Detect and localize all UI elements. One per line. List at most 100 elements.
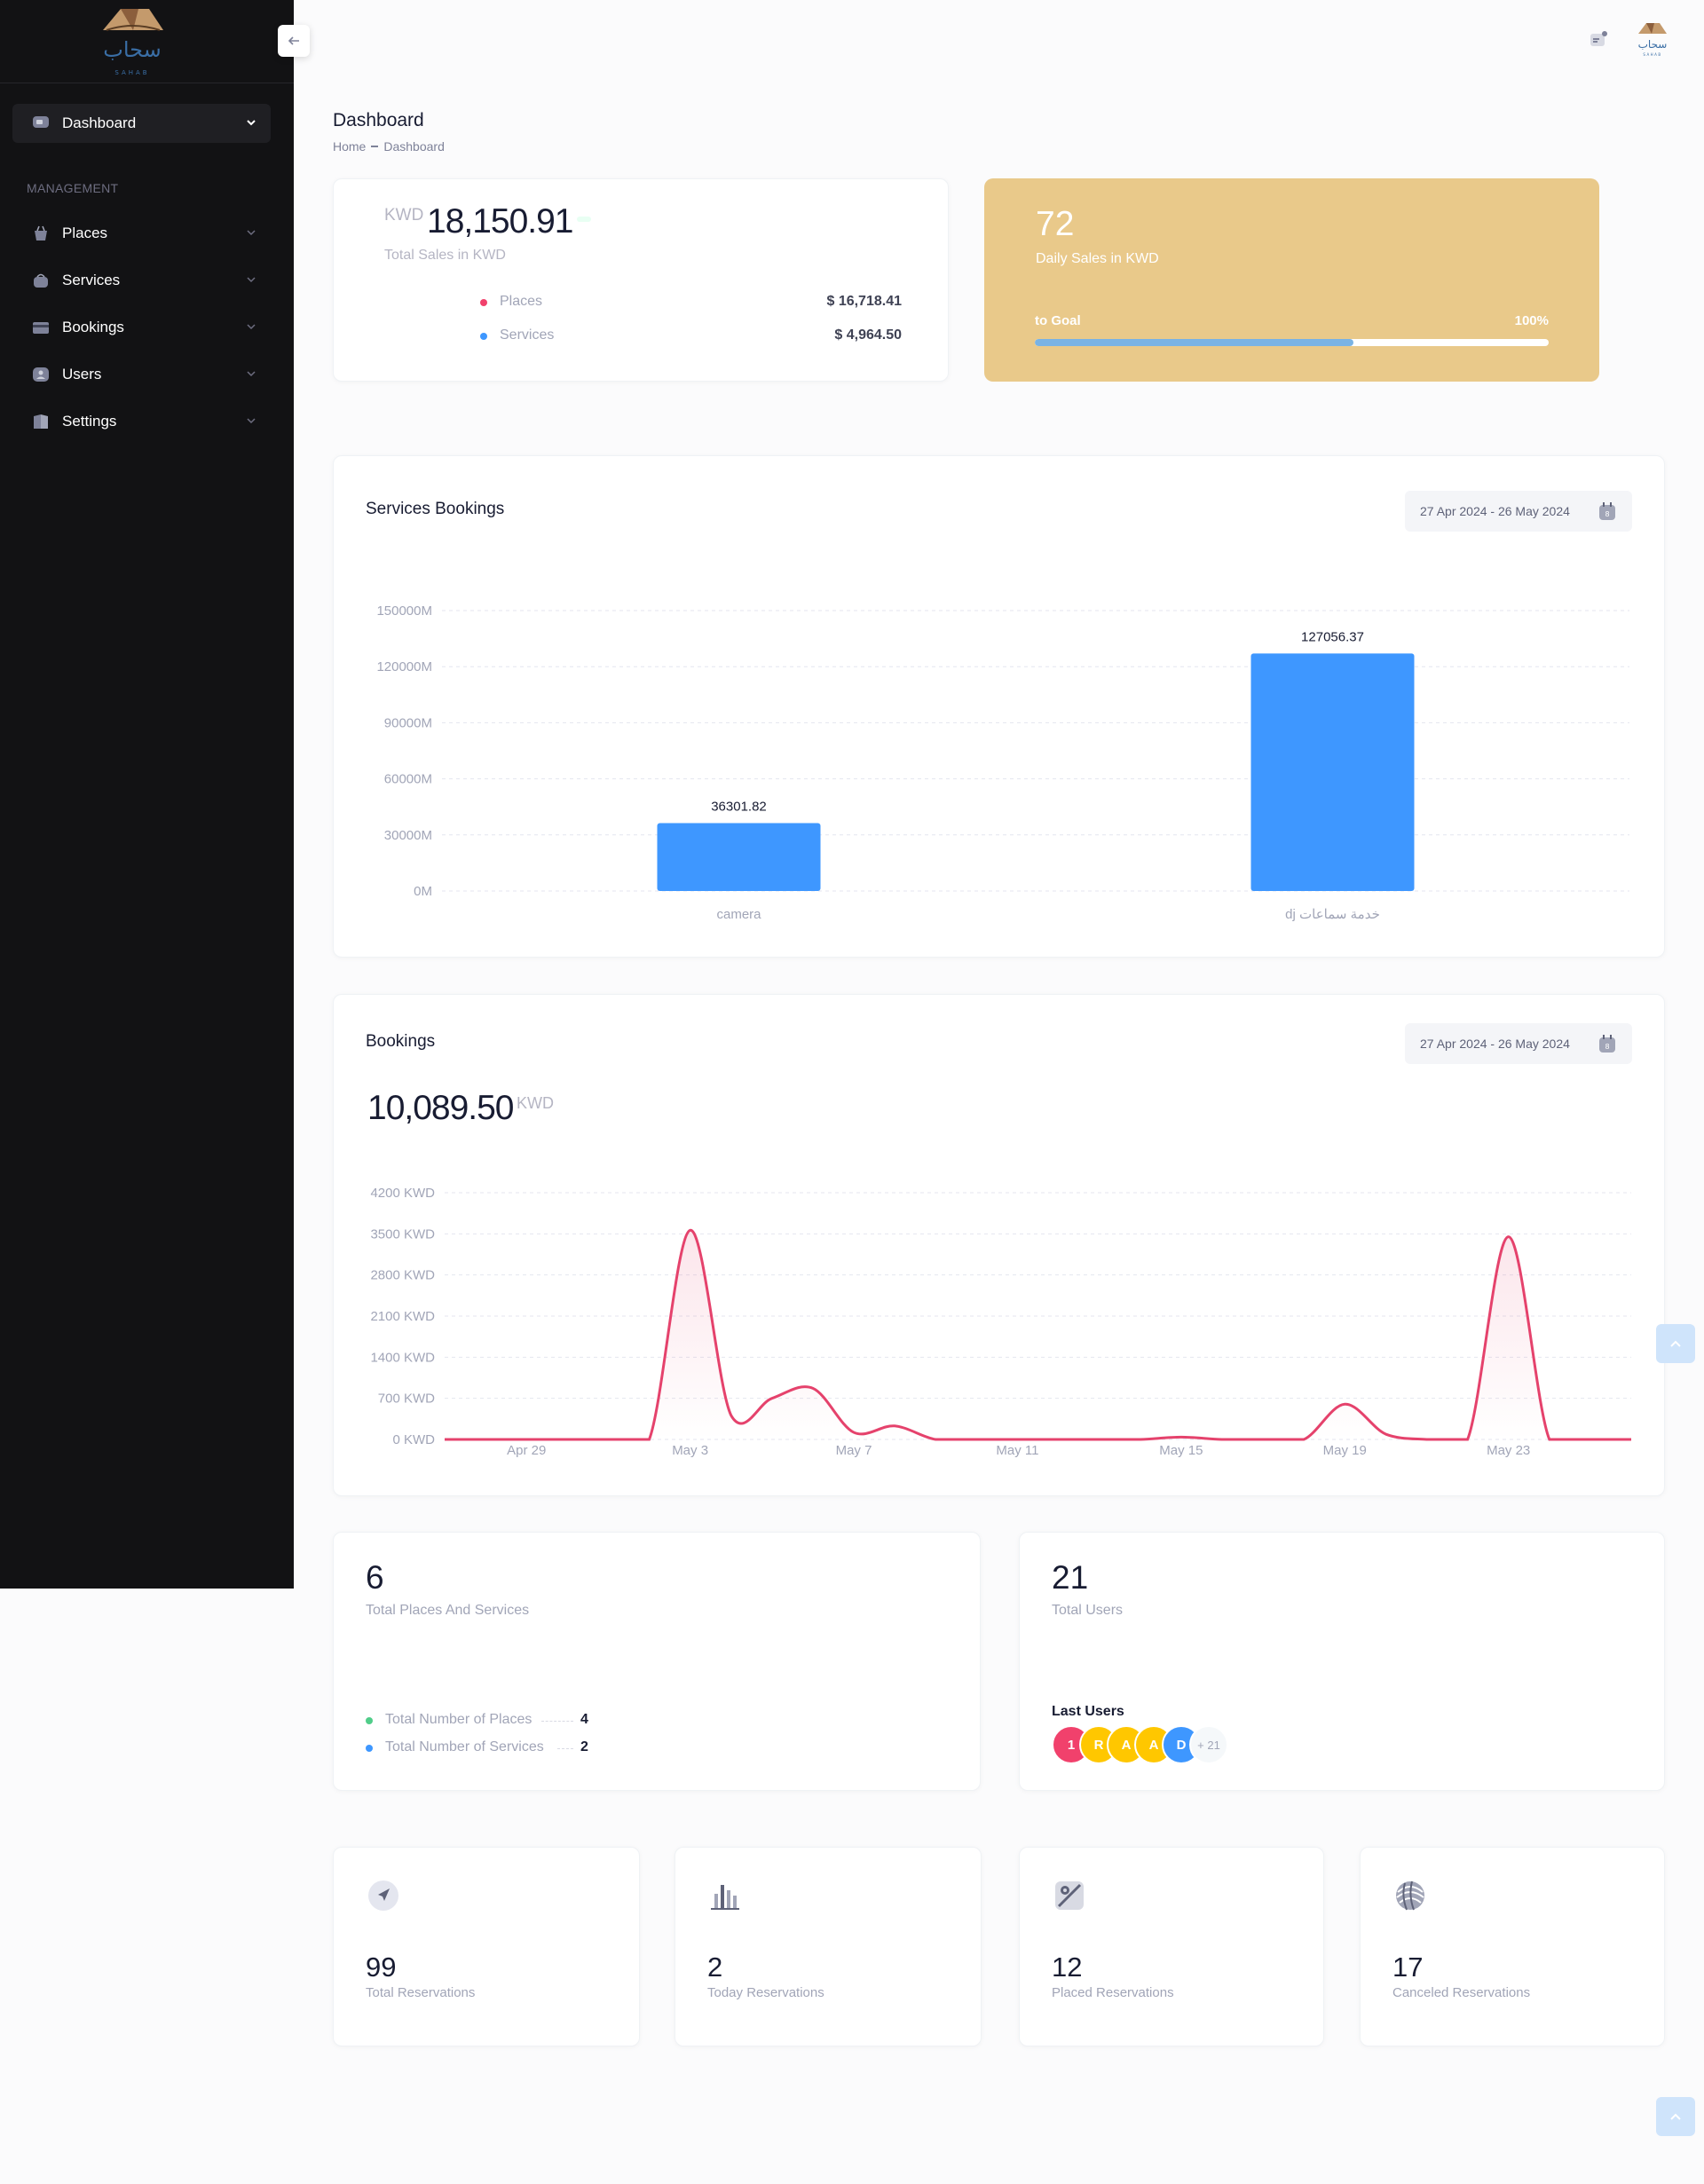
sidebar-item-settings[interactable]: Settings: [12, 402, 271, 441]
stat-row-label: Total Number of Services: [385, 1739, 544, 1754]
reservation-value: 2: [707, 1951, 723, 1983]
sidebar-item-label: Dashboard: [62, 114, 137, 131]
y-tick-label: 2800 KWD: [370, 1268, 435, 1283]
y-tick-label: 2100 KWD: [370, 1309, 435, 1324]
user-avatar[interactable]: سحاب SAHAB: [1633, 20, 1672, 59]
y-tick-label: 150000M: [376, 603, 432, 619]
compass-icon: [368, 1880, 398, 1911]
chevron-down-icon: [247, 120, 256, 126]
chevron-up-icon: [1670, 1340, 1681, 1347]
sidebar: سحاب SAHAB Dashboard MANAGEMENT Places S…: [0, 0, 294, 1589]
bar: [1250, 653, 1415, 891]
sidebar-item-places[interactable]: Places: [12, 214, 271, 253]
users-subtitle: Total Users: [1052, 1603, 1124, 1618]
daily-sales-value: 72: [1036, 205, 1075, 243]
user-icon: [33, 367, 49, 382]
breadcrumb-separator: [371, 146, 379, 147]
x-tick-label: camera: [716, 907, 761, 922]
svg-text:سحاب: سحاب: [103, 37, 162, 62]
sidebar-item-label: Settings: [62, 413, 117, 430]
legend-dot: [366, 1745, 373, 1752]
sales-subtitle: Total Sales in KWD: [384, 248, 506, 263]
dashboard-icon: [33, 116, 49, 128]
services-bookings-chart: 0M 30000M 60000M 90000M 120000M 150000M 36301.…: [376, 603, 1629, 922]
x-tick-label: May 15: [1159, 1443, 1203, 1458]
users-card: 21 Total Users Last Users 1 R A A D + 21: [1019, 1532, 1665, 1791]
sidebar-item-label: Places: [62, 225, 108, 241]
goal-percent: 100%: [1514, 313, 1549, 328]
places-services-card: 6 Total Places And Services Total Number…: [333, 1532, 981, 1791]
sidebar-toggle-button[interactable]: [278, 25, 310, 57]
y-tick-label: 120000M: [376, 659, 432, 674]
sales-row-label: Places: [500, 294, 543, 309]
y-tick-label: 1400 KWD: [370, 1350, 435, 1365]
book-icon: [34, 414, 48, 429]
breadcrumb: Home Dashboard: [333, 139, 445, 154]
stat-row-places: Total Number of Places 4: [366, 1712, 596, 1730]
map-icon: [1055, 1881, 1084, 1910]
notification-icon[interactable]: [1589, 30, 1608, 50]
sidebar-item-bookings[interactable]: Bookings: [12, 308, 271, 347]
reservation-value: 99: [366, 1951, 397, 1983]
sales-trend-badge: [577, 217, 591, 222]
y-tick-label: 90000M: [384, 715, 432, 730]
reservation-card-today: 2 Today Reservations: [674, 1847, 982, 2046]
sales-row-label: Services: [500, 327, 555, 343]
reservation-label: Today Reservations: [707, 1985, 824, 2000]
reservation-label: Total Reservations: [366, 1985, 476, 2000]
svg-text:SAHAB: SAHAB: [1643, 52, 1661, 57]
reservation-label: Canceled Reservations: [1392, 1985, 1531, 2000]
y-tick-label: 0M: [414, 884, 432, 899]
dashed-divider: [541, 1721, 573, 1722]
x-tick-label: May 11: [996, 1443, 1038, 1458]
bookings-chart: 0 KWD 700 KWD 1400 KWD 2100 KWD 2800 KWD 3500…: [370, 1186, 1632, 1458]
sales-row-services: Services $ 4,964.50: [480, 327, 902, 345]
stat-row-label: Total Number of Places: [385, 1712, 532, 1727]
stat-row-value: 2: [580, 1739, 588, 1754]
breadcrumb-home[interactable]: Home: [333, 139, 366, 154]
places-services-subtitle: Total Places And Services: [366, 1603, 530, 1618]
bar: [657, 823, 821, 891]
reservation-value: 17: [1392, 1951, 1424, 1983]
reservation-label: Placed Reservations: [1052, 1985, 1174, 2000]
daily-sales-subtitle: Daily Sales in KWD: [1036, 251, 1159, 266]
x-tick-label: May 23: [1487, 1443, 1530, 1458]
x-tick-label: May 7: [836, 1443, 872, 1458]
y-tick-label: 60000M: [384, 772, 432, 787]
services-bookings-card: Services Bookings 27 Apr 2024 - 26 May 2…: [333, 455, 1665, 958]
sidebar-item-dashboard[interactable]: Dashboard: [12, 104, 271, 143]
sales-currency: KWD: [384, 206, 424, 225]
card-icon: [33, 322, 49, 334]
dashed-divider: [557, 1748, 573, 1749]
chevron-down-icon: [247, 371, 256, 377]
scroll-top-button[interactable]: [1656, 1324, 1695, 1363]
page-title: Dashboard: [333, 110, 424, 130]
legend-dot: [480, 299, 487, 306]
legend-dot: [480, 333, 487, 340]
sidebar-item-services[interactable]: Services: [12, 261, 271, 300]
goal-progress-fill: [1035, 339, 1353, 346]
breadcrumb-current: Dashboard: [383, 139, 445, 154]
reservation-card-placed: 12 Placed Reservations: [1019, 1847, 1324, 2046]
sahab-logo[interactable]: سحاب SAHAB: [94, 4, 170, 78]
avatar-more[interactable]: + 21: [1189, 1725, 1228, 1764]
users-total: 21: [1052, 1559, 1089, 1596]
stat-row-services: Total Number of Services 2: [366, 1739, 596, 1757]
sidebar-item-label: Users: [62, 366, 102, 382]
total-sales-card: KWD 18,150.91 Total Sales in KWD Places …: [333, 178, 949, 382]
x-tick-label: May 19: [1323, 1443, 1367, 1458]
x-tick-label: May 3: [672, 1443, 708, 1458]
arrow-left-icon: [288, 36, 299, 45]
goal-label: to Goal: [1035, 313, 1081, 328]
bag-icon: [35, 225, 47, 240]
y-tick-label: 700 KWD: [378, 1392, 435, 1407]
goal-progress-bar: [1035, 339, 1549, 346]
scroll-top-button[interactable]: [1656, 2097, 1695, 2136]
sidebar-item-users[interactable]: Users: [12, 355, 271, 394]
sales-row-amount: $ 16,718.41: [826, 294, 902, 309]
sidebar-item-label: Bookings: [62, 319, 124, 335]
svg-text:SAHAB: SAHAB: [114, 69, 149, 76]
chevron-down-icon: [247, 230, 256, 236]
reservation-value: 12: [1052, 1951, 1083, 1983]
bar-value-label: 127056.37: [1301, 629, 1364, 644]
